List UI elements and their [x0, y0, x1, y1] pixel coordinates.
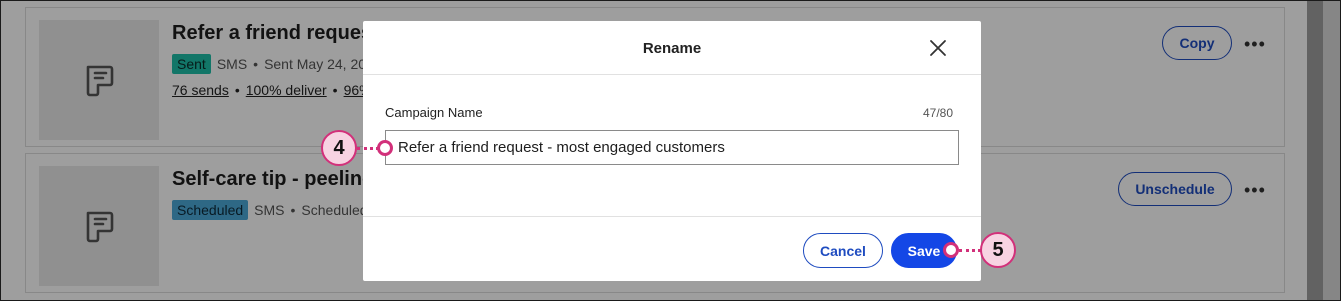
callout-leader-4: [357, 147, 379, 150]
campaign-name-input[interactable]: [385, 130, 959, 165]
rename-dialog: Rename Campaign Name 47/80 Cancel Save: [363, 21, 981, 281]
cancel-button[interactable]: Cancel: [803, 233, 883, 268]
screenshot-frame: Refer a friend request - most engaged cu…: [0, 0, 1341, 301]
close-icon[interactable]: [929, 39, 947, 57]
callout-leader-5: [959, 249, 981, 252]
step-callout-4: 4: [321, 130, 357, 166]
dialog-footer: Cancel Save: [363, 216, 981, 281]
step-callout-5: 5: [980, 232, 1016, 268]
callout-target-4: [377, 140, 393, 156]
dialog-header: Rename: [363, 21, 981, 75]
campaign-name-label: Campaign Name: [385, 105, 483, 120]
callout-target-5: [943, 242, 959, 258]
dialog-title: Rename: [642, 40, 702, 57]
character-count: 47/80: [922, 106, 953, 120]
